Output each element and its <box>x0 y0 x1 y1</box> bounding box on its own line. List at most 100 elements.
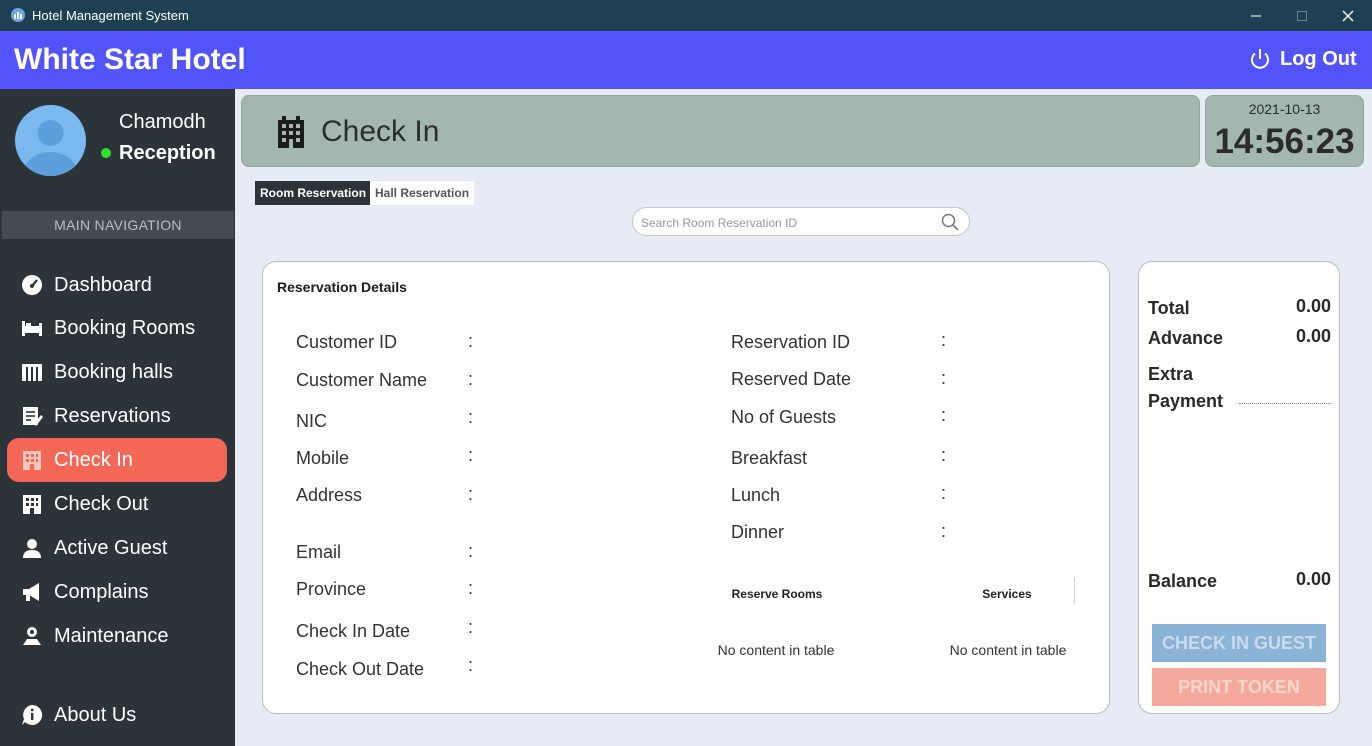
gauge-icon <box>21 274 43 296</box>
separator: : <box>468 617 474 637</box>
payment-panel: Total 0.00 Advance 0.00 Extra Payment Ba… <box>1138 261 1340 714</box>
separator: : <box>468 578 474 598</box>
total-value: 0.00 <box>1295 296 1331 316</box>
table-header-services[interactable]: Services <box>933 580 1081 608</box>
maintenance-icon <box>21 625 43 647</box>
online-status-dot <box>101 148 111 158</box>
label-province: Province <box>296 579 367 599</box>
label-customer-name: Customer Name <box>296 370 428 390</box>
separator: : <box>468 655 474 675</box>
label-email: Email <box>296 542 342 562</box>
page-title: Check In <box>321 115 440 148</box>
separator: : <box>468 484 474 504</box>
logout-button[interactable]: Log Out <box>1248 47 1357 71</box>
separator: : <box>941 483 947 503</box>
label-mobile: Mobile <box>296 448 350 468</box>
balance-label: Balance <box>1148 571 1218 591</box>
sidebar-item-booking-rooms[interactable]: Booking Rooms <box>7 306 227 350</box>
sidebar-item-label: Dashboard <box>54 273 152 296</box>
advance-value: 0.00 <box>1295 326 1331 346</box>
sidebar: Chamodh Reception MAIN NAVIGATION Dashbo… <box>0 89 235 746</box>
hotel-name: White Star Hotel <box>14 43 246 76</box>
services-empty: No content in table <box>949 642 1067 658</box>
sidebar-item-complains[interactable]: Complains <box>7 570 227 614</box>
tab-room-reservation[interactable]: Room Reservation <box>255 181 372 205</box>
current-time: 14:56:23 <box>1214 122 1355 161</box>
search-icon[interactable] <box>941 213 959 236</box>
clock-panel: 2021-10-13 14:56:23 <box>1205 95 1364 167</box>
separator: : <box>941 368 947 388</box>
power-icon <box>1251 49 1269 69</box>
sidebar-item-label: Active Guest <box>54 536 168 559</box>
sidebar-item-check-out[interactable]: Check Out <box>7 482 227 526</box>
main-content: Check In 2021-10-13 14:56:23 Room Reserv… <box>235 89 1372 746</box>
sidebar-item-label: Booking halls <box>54 360 173 383</box>
extra-payment-input[interactable] <box>1239 403 1331 404</box>
sidebar-item-label: Complains <box>54 580 149 603</box>
user-avatar-icon <box>24 120 77 176</box>
sidebar-item-dashboard[interactable]: Dashboard <box>7 263 227 307</box>
user-role: Reception <box>119 142 216 164</box>
minimize-button[interactable] <box>1233 0 1279 31</box>
search-box <box>632 207 970 236</box>
sidebar-item-active-guest[interactable]: Active Guest <box>7 526 227 570</box>
building-icon <box>21 493 43 515</box>
page-banner: Check In <box>241 95 1200 167</box>
separator: : <box>468 369 474 389</box>
maximize-button[interactable] <box>1279 0 1325 31</box>
hotel-app-icon <box>11 8 25 22</box>
separator: : <box>468 445 474 465</box>
label-breakfast: Breakfast <box>731 448 808 468</box>
maximize-icon <box>1297 10 1307 21</box>
edit-icon <box>21 405 43 427</box>
sidebar-item-label: Reservations <box>54 404 171 427</box>
sidebar-item-label: About Us <box>54 703 137 726</box>
separator: : <box>468 407 474 427</box>
close-icon <box>1342 10 1354 21</box>
label-lunch: Lunch <box>731 485 781 505</box>
separator: : <box>468 541 474 561</box>
minimize-icon <box>1251 15 1261 16</box>
extra-payment-label-line-2: Payment <box>1148 391 1224 411</box>
label-check-out-date: Check Out Date <box>296 659 425 679</box>
sidebar-item-label: Maintenance <box>54 624 169 647</box>
bed-icon <box>21 317 43 339</box>
window-titlebar: Hotel Management System <box>0 0 1372 31</box>
sidebar-item-maintenance[interactable]: Maintenance <box>7 614 227 658</box>
label-address: Address <box>296 485 363 505</box>
separator: : <box>468 331 474 351</box>
print-token-button[interactable]: PRINT TOKEN <box>1152 668 1326 706</box>
label-dinner: Dinner <box>731 522 785 542</box>
advance-label: Advance <box>1148 328 1224 348</box>
sidebar-item-reservations[interactable]: Reservations <box>7 394 227 438</box>
label-check-in-date: Check In Date <box>296 621 411 641</box>
nav-header: MAIN NAVIGATION <box>2 211 234 239</box>
megaphone-icon <box>21 581 43 603</box>
info-icon <box>21 704 43 726</box>
building-icon <box>21 449 43 471</box>
building-icon <box>276 116 306 153</box>
sidebar-item-about-us[interactable]: About Us <box>7 693 227 737</box>
current-date: 2021-10-13 <box>1248 101 1321 117</box>
hall-icon <box>21 361 43 383</box>
search-input[interactable] <box>641 214 931 231</box>
sidebar-item-booking-halls[interactable]: Booking halls <box>7 350 227 394</box>
tab-hall-reservation[interactable]: Hall Reservation <box>370 181 475 205</box>
avatar <box>15 105 86 176</box>
close-button[interactable] <box>1325 0 1371 31</box>
table-header-reserve-rooms[interactable]: Reserve Rooms <box>703 580 851 608</box>
label-reservation-id: Reservation ID <box>731 332 851 352</box>
total-label: Total <box>1148 298 1190 318</box>
user-name: Chamodh <box>119 111 206 133</box>
sidebar-item-label: Check In <box>54 448 133 471</box>
sidebar-item-check-in[interactable]: Check In <box>7 438 227 482</box>
reservation-details-title: Reservation Details <box>277 279 407 295</box>
balance-value: 0.00 <box>1295 569 1331 589</box>
label-customer-id: Customer ID <box>296 332 398 352</box>
app-header: White Star Hotel Log Out <box>0 31 1372 89</box>
user-icon <box>21 537 43 559</box>
check-in-guest-button[interactable]: CHECK IN GUEST <box>1152 624 1326 662</box>
reserve-rooms-empty: No content in table <box>717 642 835 658</box>
separator: : <box>941 405 947 425</box>
window-title: Hotel Management System <box>32 8 189 23</box>
